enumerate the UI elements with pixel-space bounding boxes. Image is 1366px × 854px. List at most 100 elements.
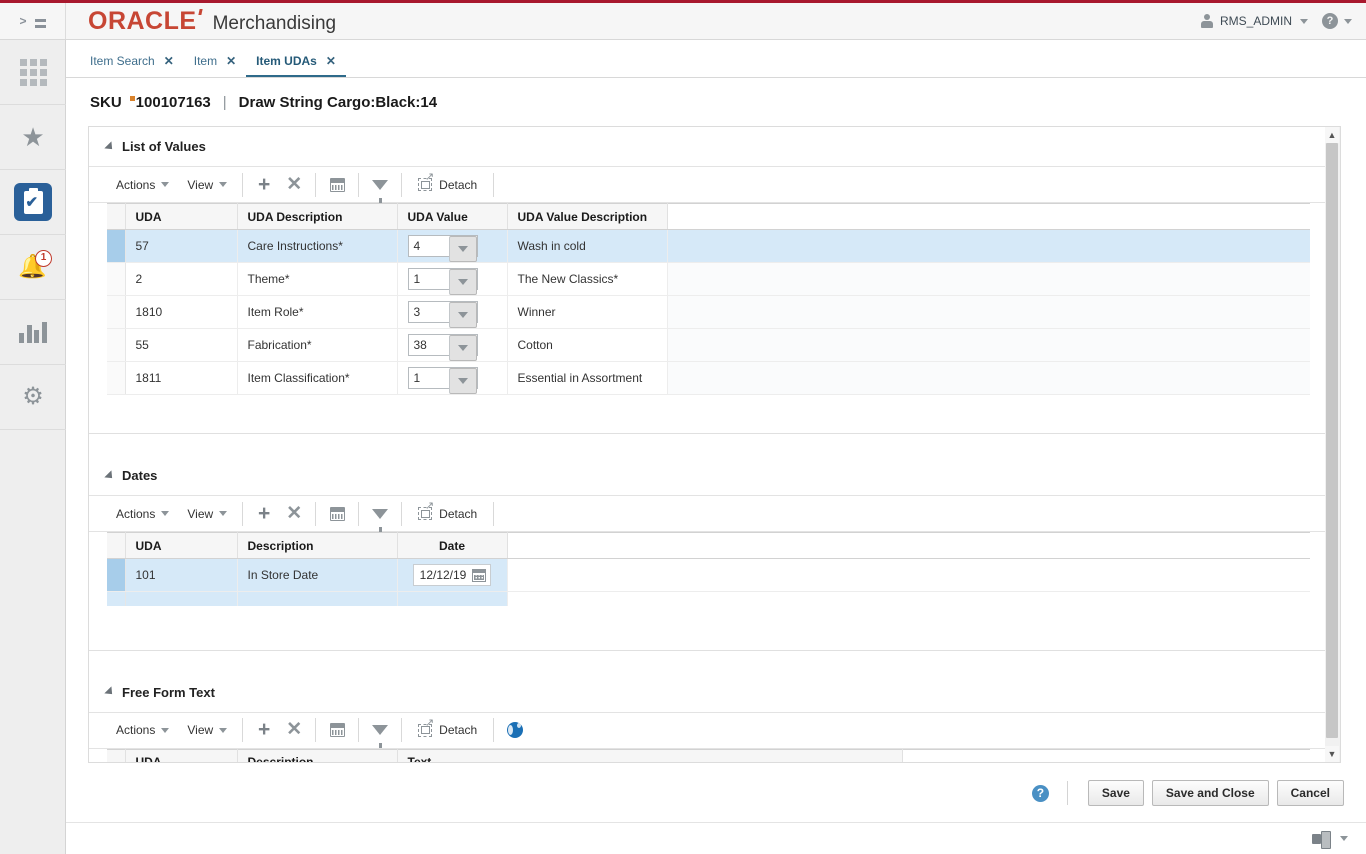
- table-row[interactable]: 2 Theme* 1 The New Classics*: [107, 262, 1310, 296]
- tab-close-icon[interactable]: ✕: [326, 55, 336, 67]
- delete-row-button[interactable]: ✕: [279, 717, 309, 743]
- column-header-uda[interactable]: UDA: [125, 532, 238, 559]
- panel-header-dates[interactable]: Dates: [89, 456, 1333, 496]
- add-row-button[interactable]: +: [249, 172, 279, 198]
- dropdown-button[interactable]: [448, 302, 477, 328]
- dropdown-button[interactable]: [448, 368, 477, 394]
- delete-row-button[interactable]: ✕: [279, 501, 309, 527]
- detach-button[interactable]: Detach: [408, 501, 487, 527]
- disclosure-triangle-icon[interactable]: [104, 686, 116, 698]
- date-picker-field[interactable]: 12/12/19: [412, 564, 492, 586]
- tab-item-search[interactable]: Item Search ✕: [80, 54, 184, 77]
- cell-uda[interactable]: 57: [125, 229, 238, 263]
- cell-uda-value[interactable]: 1: [397, 262, 508, 296]
- help-icon[interactable]: ?: [1322, 13, 1338, 29]
- column-header-description[interactable]: Description: [237, 532, 398, 559]
- export-to-spreadsheet-button[interactable]: [322, 501, 352, 527]
- cell-uda-description[interactable]: Item Classification*: [237, 361, 398, 395]
- cell-uda[interactable]: 1810: [125, 295, 238, 329]
- view-menu[interactable]: View: [178, 502, 236, 526]
- panel-header-list-of-values[interactable]: List of Values: [89, 127, 1333, 167]
- table-row[interactable]: 57 Care Instructions* 4 Wash in cold: [107, 229, 1310, 263]
- rail-item-tasks[interactable]: [0, 170, 66, 235]
- translate-button[interactable]: [500, 717, 530, 743]
- cell-uda-description[interactable]: Item Role*: [237, 295, 398, 329]
- disclosure-triangle-icon[interactable]: [104, 140, 116, 153]
- row-handle[interactable]: [107, 229, 126, 263]
- cell-uda-value-description[interactable]: The New Classics*: [507, 262, 668, 296]
- filter-button[interactable]: [365, 501, 395, 532]
- cell-uda-value-description[interactable]: Cotton: [507, 328, 668, 362]
- rail-item-reports[interactable]: [0, 300, 66, 365]
- cell-date[interactable]: 12/12/19: [397, 558, 508, 592]
- table-row[interactable]: 1810 Item Role* 3 Winner: [107, 295, 1310, 329]
- column-header-uda[interactable]: UDA: [125, 748, 238, 762]
- cell-uda[interactable]: 2: [125, 262, 238, 296]
- calendar-icon[interactable]: [472, 568, 487, 582]
- footer-help-icon[interactable]: ?: [1031, 784, 1049, 802]
- scroll-up-arrow-icon[interactable]: ▲: [1325, 127, 1339, 143]
- cell-uda[interactable]: 55: [125, 328, 238, 362]
- export-to-spreadsheet-button[interactable]: [322, 172, 352, 198]
- uda-value-dropdown[interactable]: 4: [407, 235, 478, 262]
- actions-menu[interactable]: Actions: [107, 718, 178, 742]
- cell-uda[interactable]: 1811: [125, 361, 238, 395]
- disclosure-triangle-icon[interactable]: [104, 469, 116, 482]
- delete-row-button[interactable]: ✕: [279, 172, 309, 198]
- dropdown-button[interactable]: [448, 269, 477, 295]
- cell-uda-value-description[interactable]: Essential in Assortment: [507, 361, 668, 395]
- cell-uda-value-description[interactable]: Wash in cold: [507, 229, 668, 263]
- cell-uda-value[interactable]: 38: [397, 328, 508, 362]
- user-menu[interactable]: RMS_ADMIN: [1201, 14, 1308, 28]
- uda-value-dropdown[interactable]: 38: [407, 334, 478, 361]
- cell-uda[interactable]: 101: [125, 558, 238, 592]
- detach-button[interactable]: Detach: [408, 172, 487, 198]
- cell-uda-value[interactable]: 1: [397, 361, 508, 395]
- scroll-down-arrow-icon[interactable]: ▼: [1325, 746, 1339, 762]
- chevron-down-icon[interactable]: [1340, 836, 1348, 841]
- uda-value-dropdown[interactable]: 1: [407, 367, 478, 394]
- row-handle[interactable]: [107, 558, 126, 592]
- dropdown-button[interactable]: [448, 236, 477, 262]
- cell-uda-description[interactable]: Fabrication*: [237, 328, 398, 362]
- export-to-spreadsheet-button[interactable]: [322, 717, 352, 743]
- rail-item-settings[interactable]: ⚙: [0, 365, 66, 430]
- help-chevron-down-icon[interactable]: [1344, 18, 1352, 24]
- cell-uda-description[interactable]: Care Instructions*: [237, 229, 398, 263]
- cell-uda-description[interactable]: Theme*: [237, 262, 398, 296]
- column-header-date[interactable]: Date: [397, 532, 508, 559]
- tab-close-icon[interactable]: ✕: [226, 55, 236, 67]
- cell-uda-value[interactable]: 3: [397, 295, 508, 329]
- column-header-description[interactable]: Description: [237, 748, 398, 762]
- tab-close-icon[interactable]: ✕: [164, 55, 174, 67]
- row-handle[interactable]: [107, 328, 126, 362]
- column-header-uda-value[interactable]: UDA Value: [397, 203, 508, 230]
- column-header-text[interactable]: Text: [397, 748, 903, 762]
- row-handle[interactable]: [107, 361, 126, 395]
- content-vertical-scrollbar[interactable]: ▲ ▼: [1325, 126, 1341, 763]
- rail-item-apps[interactable]: [0, 40, 66, 105]
- column-header-uda-value-description[interactable]: UDA Value Description: [507, 203, 668, 230]
- save-button[interactable]: Save: [1087, 780, 1144, 806]
- table-row[interactable]: 55 Fabrication* 38 Cotton: [107, 328, 1310, 362]
- detach-button[interactable]: Detach: [408, 717, 487, 743]
- actions-menu[interactable]: Actions: [107, 502, 178, 526]
- uda-value-dropdown[interactable]: 3: [407, 301, 478, 328]
- add-row-button[interactable]: +: [249, 717, 279, 743]
- column-header-uda-description[interactable]: UDA Description: [237, 203, 398, 230]
- table-row[interactable]: 1811 Item Classification* 1 Essential in…: [107, 361, 1310, 395]
- rail-item-notifications[interactable]: 🔔 1: [0, 235, 66, 300]
- column-header-uda[interactable]: UDA: [125, 203, 238, 230]
- row-handle[interactable]: [107, 262, 126, 296]
- cell-uda-value-description[interactable]: Winner: [507, 295, 668, 329]
- dropdown-button[interactable]: [448, 335, 477, 361]
- actions-menu[interactable]: Actions: [107, 173, 178, 197]
- panel-header-free-form-text[interactable]: Free Form Text: [89, 673, 1333, 713]
- filter-button[interactable]: [365, 717, 395, 748]
- collapse-menu-button[interactable]: >: [0, 3, 66, 39]
- filter-button[interactable]: [365, 172, 395, 203]
- rail-item-favorites[interactable]: ★: [0, 105, 66, 170]
- cell-description[interactable]: In Store Date: [237, 558, 398, 592]
- row-handle[interactable]: [107, 295, 126, 329]
- save-and-close-button[interactable]: Save and Close: [1151, 780, 1269, 806]
